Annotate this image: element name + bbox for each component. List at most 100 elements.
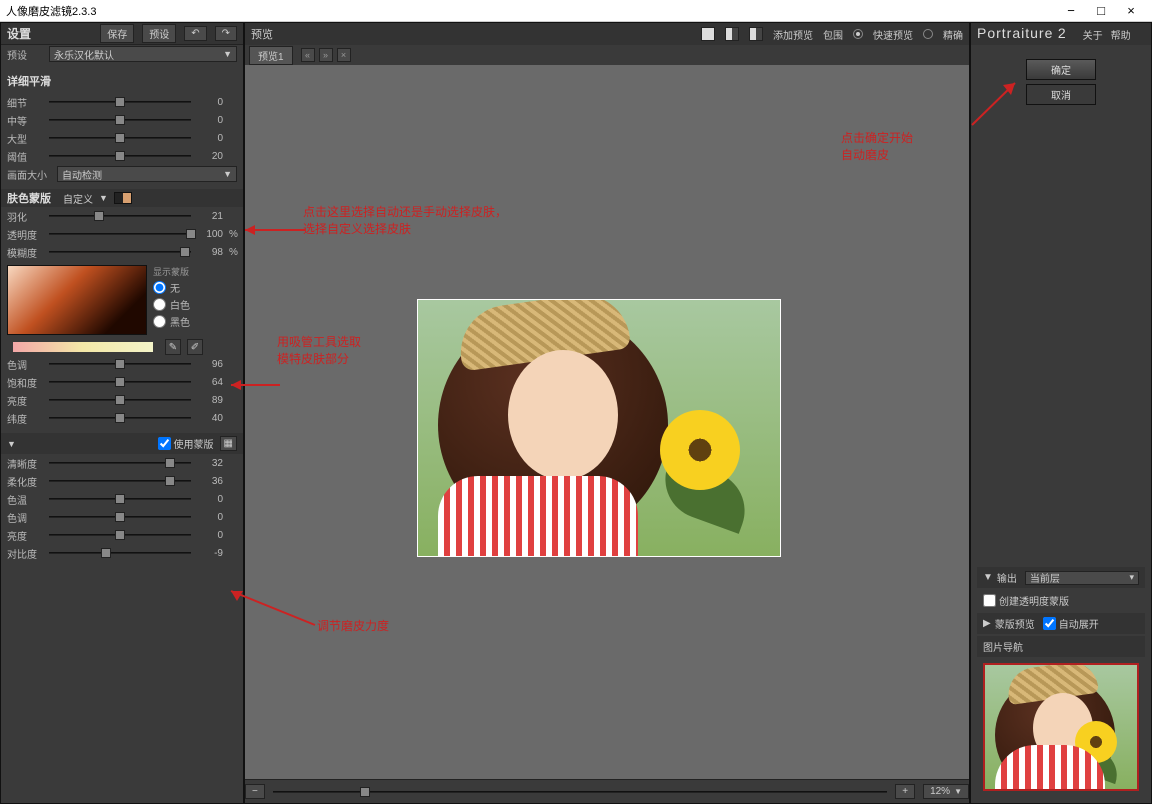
mask-bot-row-1: 饱和度 64 [1, 373, 243, 391]
tab-prev-button[interactable]: « [301, 48, 315, 62]
enh-slider-0[interactable] [49, 459, 191, 467]
zoom-slider[interactable] [273, 788, 887, 796]
smooth-label-3: 阈值 [7, 149, 43, 164]
redo-button[interactable]: ↷ [215, 26, 237, 41]
smooth-value-1: 0 [197, 115, 223, 126]
bracket-button[interactable]: 包围 [823, 27, 843, 42]
preset-button[interactable]: 预设 [142, 24, 176, 43]
eyedropper-icon[interactable]: ✎ [165, 339, 181, 355]
minimize-button[interactable]: − [1056, 3, 1086, 18]
smooth-value-3: 20 [197, 151, 223, 162]
use-mask-checkbox[interactable]: 使用蒙版 [158, 436, 214, 451]
output-section: ▼输出 当前层▾ [977, 567, 1145, 588]
zoom-in-button[interactable]: + [895, 784, 915, 799]
mask-bot-label-1: 饱和度 [7, 375, 43, 390]
mask-top-slider-0[interactable] [49, 212, 191, 220]
nav-thumbnail[interactable] [983, 663, 1139, 791]
mask-bot-slider-0[interactable] [49, 360, 191, 368]
radio-black[interactable]: 黑色 [153, 314, 190, 329]
mask-top-value-0: 21 [197, 211, 223, 222]
mask-bot-slider-1[interactable] [49, 378, 191, 386]
smooth-row-0: 细节0 [1, 93, 243, 111]
view-side-icon[interactable] [749, 27, 763, 41]
fast-preview-radio[interactable] [853, 29, 863, 39]
auto-expand-checkbox[interactable]: 自动展开 [1043, 616, 1099, 631]
enh-slider-1[interactable] [49, 477, 191, 485]
smooth-row-1: 中等0 [1, 111, 243, 129]
enh-slider-3[interactable] [49, 513, 191, 521]
preview-tabs: 预览1 « » × [245, 45, 969, 65]
color-gradient[interactable] [7, 265, 147, 335]
help-link[interactable]: 帮助 [1111, 27, 1131, 42]
ok-button[interactable]: 确定 [1026, 59, 1096, 80]
annotation-1: 点击这里选择自动还是手动选择皮肤，选择自定义选择皮肤 [303, 203, 507, 237]
precise-preview-radio[interactable] [923, 29, 933, 39]
color-picker-area: 显示蒙版 无 白色 黑色 [7, 265, 237, 335]
mask-top-slider-2[interactable] [49, 248, 191, 256]
smooth-slider-0[interactable] [49, 98, 191, 106]
add-preview-button[interactable]: 添加预览 [773, 27, 813, 42]
view-split-icon[interactable] [725, 27, 739, 41]
enh-slider-5[interactable] [49, 549, 191, 557]
enh-slider-2[interactable] [49, 495, 191, 503]
enh-value-4: 0 [197, 530, 223, 541]
preview-tab-1[interactable]: 预览1 [249, 46, 293, 65]
view-single-icon[interactable] [701, 27, 715, 41]
zoom-out-button[interactable]: − [245, 784, 265, 799]
titlebar: 人像磨皮滤镜2.3.3 − □ × [0, 0, 1152, 22]
tab-next-button[interactable]: » [319, 48, 333, 62]
radio-none[interactable]: 无 [153, 280, 190, 295]
mask-bot-slider-2[interactable] [49, 396, 191, 404]
mask-mode[interactable]: 自定义 [63, 191, 93, 206]
mask-bot-row-2: 亮度89 [1, 391, 243, 409]
enh-row-4: 亮度 0 [1, 526, 243, 544]
enh-value-2: 0 [197, 494, 223, 505]
mask-bot-slider-3[interactable] [49, 414, 191, 422]
annotation-2: 用吸管工具选取模特皮肤部分 [277, 333, 361, 367]
cancel-button[interactable]: 取消 [1026, 84, 1096, 105]
mask-bot-row-0: 色调96 [1, 355, 243, 373]
tab-close-button[interactable]: × [337, 48, 351, 62]
mask-top-row-2: 模糊度98% [1, 243, 243, 261]
enh-label-1: 柔化度 [7, 474, 43, 489]
create-layer-checkbox[interactable]: 创建透明度蒙版 [983, 593, 1069, 608]
enh-value-0: 32 [197, 458, 223, 469]
preview-canvas[interactable]: 点击这里选择自动还是手动选择皮肤，选择自定义选择皮肤 用吸管工具选取模特皮肤部分… [245, 65, 969, 779]
maximize-button[interactable]: □ [1086, 3, 1116, 18]
enh-label-2: 色温 [7, 492, 43, 507]
eyedropper-minus-icon[interactable]: ✐ [187, 339, 203, 355]
collapse-icon[interactable]: ▼ [7, 439, 16, 449]
preview-header: 预览 添加预览 包围 快速预览 精确 [245, 23, 969, 45]
undo-button[interactable]: ↶ [184, 26, 206, 41]
about-link[interactable]: 关于 [1083, 27, 1103, 42]
mask-bot-value-2: 89 [197, 395, 223, 406]
smooth-slider-1[interactable] [49, 116, 191, 124]
zoom-value[interactable]: 12%▼ [923, 784, 969, 799]
area-select[interactable]: 自动检测▼ [57, 166, 237, 182]
enh-slider-4[interactable] [49, 531, 191, 539]
enhance-header: ▼ 使用蒙版 ▦ [1, 433, 243, 454]
mask-display-radios: 显示蒙版 无 白色 黑色 [153, 265, 190, 335]
preset-select[interactable]: 永乐汉化默认▼ [49, 46, 237, 62]
area-label: 画面大小 [7, 167, 51, 182]
skintone-swatch-icon[interactable] [114, 192, 132, 204]
enh-row-2: 色温 0 [1, 490, 243, 508]
mask-top-row-1: 透明度100% [1, 225, 243, 243]
right-body: 确定 取消 点击确定开始自动磨皮 ▼输出 当前层▾ 创建透明度蒙版 ▶蒙版预览 … [971, 45, 1151, 803]
hue-bar[interactable] [13, 342, 153, 352]
preset-label: 预设 [7, 47, 43, 62]
smooth-slider-2[interactable] [49, 134, 191, 142]
save-preset-button[interactable]: 保存 [100, 24, 134, 43]
grid-icon[interactable]: ▦ [220, 436, 237, 451]
mask-bot-label-0: 色调 [7, 357, 43, 372]
smooth-value-2: 0 [197, 133, 223, 144]
settings-title: 设置 [7, 25, 31, 42]
radio-white[interactable]: 白色 [153, 297, 190, 312]
mask-top-slider-1[interactable] [49, 230, 191, 238]
output-mode-select[interactable]: 当前层▾ [1025, 571, 1139, 585]
brand-label: Portraiture 2 [977, 25, 1067, 43]
enh-label-4: 亮度 [7, 528, 43, 543]
mask-bot-value-1: 64 [197, 377, 223, 388]
smooth-slider-3[interactable] [49, 152, 191, 160]
close-button[interactable]: × [1116, 3, 1146, 18]
